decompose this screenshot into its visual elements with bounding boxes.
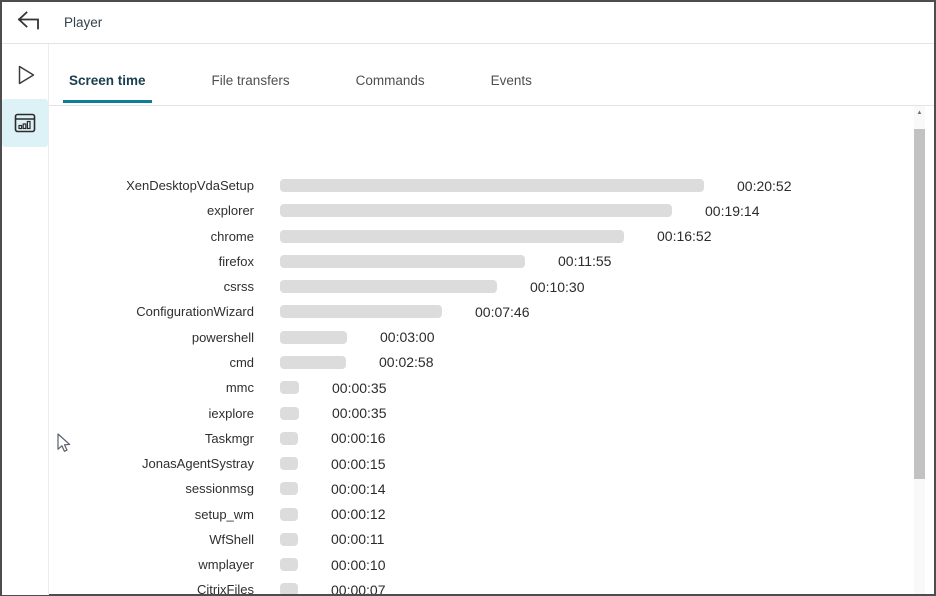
screen-time-row: csrss 00:10:30 (49, 274, 934, 299)
duration-label: 00:20:52 (737, 177, 792, 194)
screen-time-bar (280, 482, 298, 496)
screen-time-row: WfShell 00:00:11 (49, 527, 934, 552)
tab-screen-time[interactable]: Screen time (63, 72, 152, 105)
duration-label: 00:00:35 (332, 405, 387, 422)
screen-time-bar (280, 558, 298, 572)
app-name-label: setup_wm (194, 506, 254, 522)
app-name-label: iexplore (208, 405, 254, 421)
duration-label: 00:00:07 (331, 581, 386, 594)
screen-time-row: explorer 00:19:14 (49, 198, 934, 223)
bar-chart-icon (12, 111, 38, 135)
app-name-label: wmplayer (198, 557, 254, 573)
duration-label: 00:00:12 (331, 506, 386, 523)
main-content: Screen time File transfers Commands Even… (49, 44, 934, 595)
screen-time-row: firefox 00:11:55 (49, 249, 934, 274)
tab-bar: Screen time File transfers Commands Even… (49, 44, 934, 106)
back-arrow-icon (16, 10, 42, 35)
app-name-label: WfShell (209, 531, 254, 547)
app-name-label: cmd (229, 354, 254, 370)
duration-label: 00:10:30 (530, 278, 585, 295)
screen-time-row: sessionmsg 00:00:14 (49, 476, 934, 501)
play-icon (12, 62, 38, 88)
screen-time-bar (280, 431, 298, 445)
app-name-label: powershell (191, 329, 254, 345)
screen-time-bar (280, 583, 298, 594)
player-window: Player Screen time File transfers Comman… (2, 2, 934, 595)
screen-time-chart: XenDesktopVdaSetup 00:20:52 explorer 00:19:… (49, 106, 934, 594)
app-name-label: sessionmsg (185, 481, 254, 497)
screen-time-row: powershell 00:03:00 (49, 325, 934, 350)
app-name-label: chrome (210, 228, 254, 244)
screen-time-row: JonasAgentSystray 00:00:15 (49, 451, 934, 476)
duration-label: 00:11:55 (558, 253, 612, 270)
scrollbar-thumb[interactable] (914, 129, 925, 479)
screen-time-row: iexplore 00:00:35 (49, 400, 934, 425)
sidebar (2, 44, 49, 595)
tab-events[interactable]: Events (485, 72, 538, 105)
screen-time-bar (280, 330, 347, 344)
duration-label: 00:07:46 (475, 303, 530, 320)
tab-file-transfers[interactable]: File transfers (206, 72, 296, 105)
duration-label: 00:00:11 (331, 531, 385, 548)
duration-label: 00:02:58 (379, 354, 434, 371)
sidebar-item-player[interactable] (2, 51, 48, 99)
back-button[interactable] (12, 7, 46, 39)
screen-time-row: Taskmgr 00:00:16 (49, 426, 934, 451)
duration-label: 00:16:52 (657, 228, 712, 245)
screen-time-row: cmd 00:02:58 (49, 350, 934, 375)
app-name-label: CitrixFiles (196, 582, 254, 594)
screen-time-bar (280, 457, 298, 471)
app-name-label: XenDesktopVdaSetup (126, 178, 254, 194)
app-name-label: csrss (223, 279, 254, 295)
app-name-label: firefox (218, 253, 254, 269)
duration-label: 00:00:10 (331, 556, 386, 573)
screen-time-row: CitrixFiles 00:00:07 (49, 577, 934, 594)
duration-label: 00:03:00 (380, 329, 435, 346)
scroll-up-icon[interactable]: ▲ (914, 106, 925, 120)
duration-label: 00:00:14 (331, 480, 386, 497)
screen-time-bar (280, 507, 298, 521)
screen-time-bar (280, 280, 497, 294)
duration-label: 00:19:14 (705, 202, 760, 219)
app-name-label: mmc (225, 380, 254, 396)
screen-time-row: XenDesktopVdaSetup 00:20:52 (49, 173, 934, 198)
app-name-label: ConfigurationWizard (136, 304, 254, 320)
duration-label: 00:00:16 (331, 430, 386, 447)
app-name-label: JonasAgentSystray (141, 456, 254, 472)
sidebar-item-statistics[interactable] (2, 99, 48, 147)
screen-time-bar (280, 532, 298, 546)
screen-time-row: setup_wm 00:00:12 (49, 501, 934, 526)
screen-time-bar (280, 355, 346, 369)
duration-label: 00:00:35 (332, 379, 387, 396)
tab-commands[interactable]: Commands (350, 72, 431, 105)
app-name-label: Taskmgr (204, 430, 254, 446)
screen-time-row: wmplayer 00:00:10 (49, 552, 934, 577)
screen-time-bar (280, 179, 704, 193)
screen-time-bar (280, 204, 672, 218)
screen-time-bar (280, 254, 525, 268)
screen-time-bar (280, 229, 624, 243)
top-bar: Player (2, 2, 934, 44)
app-name-label: explorer (207, 203, 254, 219)
screen-time-bar (280, 305, 442, 319)
screen-time-bar (280, 406, 299, 420)
screen-time-row: mmc 00:00:35 (49, 375, 934, 400)
screen-time-row: chrome 00:16:52 (49, 224, 934, 249)
duration-label: 00:00:15 (331, 455, 386, 472)
screen-time-bar (280, 381, 299, 395)
screen-time-row: ConfigurationWizard 00:07:46 (49, 299, 934, 324)
page-title: Player (64, 15, 103, 30)
vertical-scrollbar[interactable]: ▲ (914, 106, 925, 594)
